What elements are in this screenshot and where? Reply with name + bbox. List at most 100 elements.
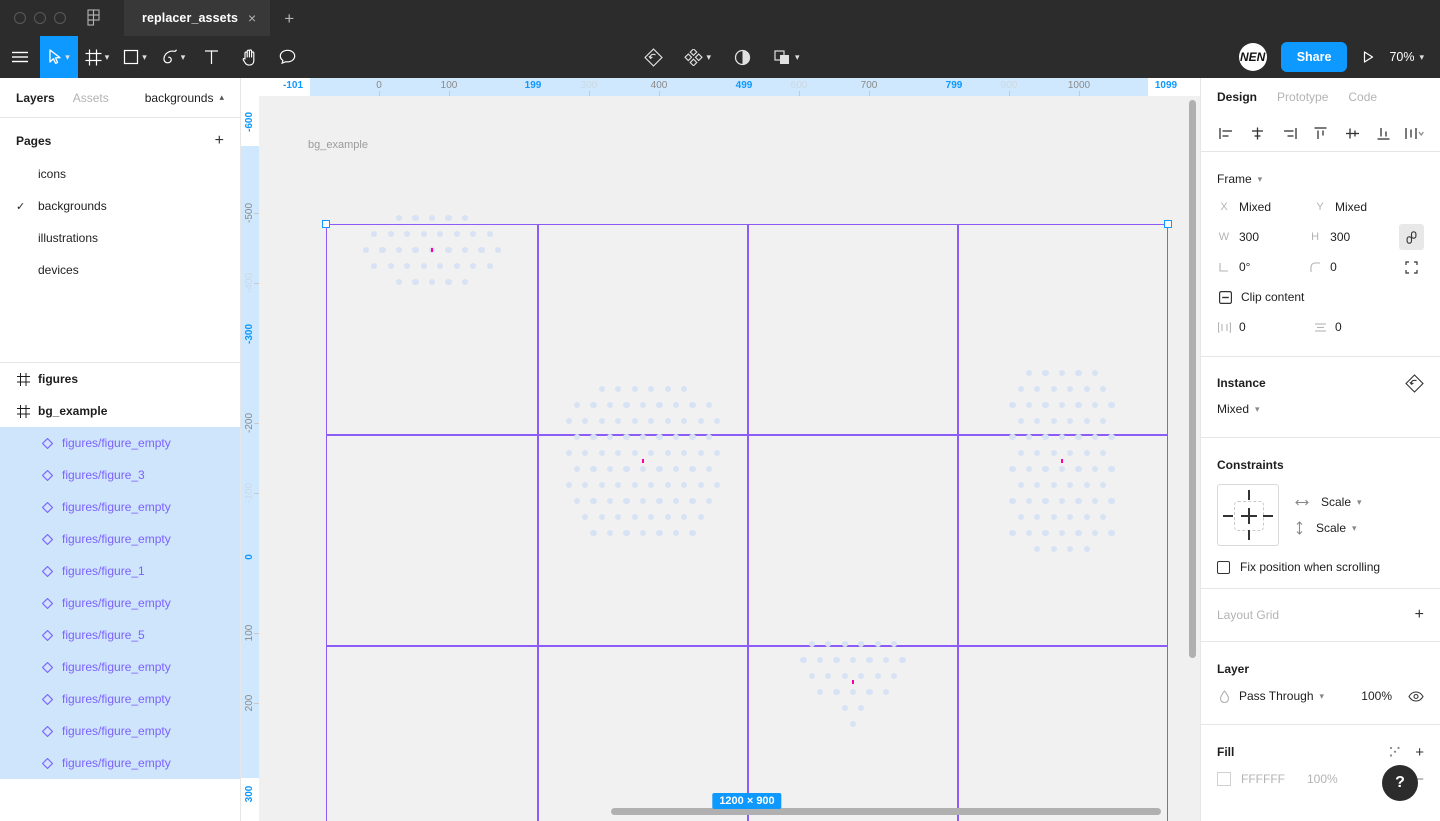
chevron-down-icon[interactable]: ▾ <box>706 52 711 63</box>
window-maximize-button[interactable] <box>54 12 66 24</box>
mask-contrast-icon[interactable] <box>723 36 761 78</box>
chevron-down-icon[interactable]: ▾ <box>65 52 70 63</box>
shape-tool[interactable]: ▾ <box>116 36 154 78</box>
rotation-field[interactable]: 0° <box>1217 260 1308 274</box>
y-field[interactable]: Y Mixed <box>1313 200 1409 214</box>
layer-row-instance[interactable]: figures/figure_3 <box>0 459 240 491</box>
add-layout-grid-button[interactable]: + <box>1415 607 1424 623</box>
zoom-control[interactable]: 70% ▾ <box>1389 50 1424 64</box>
layer-row-instance[interactable]: figures/figure_empty <box>0 523 240 555</box>
align-vertical-center-icon[interactable] <box>1341 123 1363 145</box>
artboard-name-label[interactable]: bg_example <box>308 139 368 151</box>
horizontal-constraint-dropdown[interactable]: Scale ▾ <box>1321 495 1362 509</box>
x-field[interactable]: X Mixed <box>1217 200 1313 214</box>
tab-assets[interactable]: Assets <box>73 91 109 105</box>
layer-row-instance[interactable]: figures/figure_1 <box>0 555 240 587</box>
hamburger-menu-icon[interactable] <box>0 36 40 78</box>
vertical-constraint-dropdown[interactable]: Scale ▾ <box>1316 521 1357 535</box>
layer-row-instance[interactable]: figures/figure_empty <box>0 587 240 619</box>
chevron-down-icon[interactable]: ▾ <box>1419 52 1424 63</box>
independent-corners-icon[interactable] <box>1399 254 1424 280</box>
add-fill-button[interactable]: + <box>1415 745 1424 760</box>
file-tab[interactable]: replacer_assets × <box>124 0 271 36</box>
window-minimize-button[interactable] <box>34 12 46 24</box>
page-item-devices[interactable]: devices <box>0 254 240 286</box>
horizontal-scrollbar[interactable] <box>611 808 1161 815</box>
pen-tool[interactable]: ▾ <box>154 36 192 78</box>
figma-logo-icon[interactable] <box>84 8 104 28</box>
vertical-ruler[interactable]: -600 -500 -400 -300 -200 -100 0 100 200 300 <box>241 96 259 821</box>
corner-radius-field[interactable]: 0 <box>1308 260 1399 274</box>
fix-position-checkbox[interactable] <box>1217 560 1230 574</box>
comment-tool[interactable] <box>268 36 306 78</box>
tab-design[interactable]: Design <box>1217 90 1257 104</box>
close-icon[interactable]: × <box>248 11 256 25</box>
chevron-down-icon[interactable]: ▾ <box>105 52 110 63</box>
window-controls <box>0 12 66 24</box>
clip-content-checkbox[interactable] <box>1217 290 1233 304</box>
eye-icon[interactable] <box>1408 690 1424 702</box>
selection-handle-top-right[interactable] <box>1164 220 1172 228</box>
new-tab-button[interactable]: + <box>284 10 294 27</box>
chevron-down-icon[interactable]: ▾ <box>181 52 186 63</box>
instance-dropdown[interactable]: Mixed ▾ <box>1217 402 1260 416</box>
vertical-padding-field[interactable]: 0 <box>1313 320 1409 334</box>
layer-row-instance[interactable]: figures/figure_empty <box>0 491 240 523</box>
layer-row-instance[interactable]: figures/figure_empty <box>0 715 240 747</box>
align-top-icon[interactable] <box>1310 123 1332 145</box>
align-bottom-icon[interactable] <box>1373 123 1395 145</box>
fill-hex-value[interactable]: FFFFFF <box>1241 772 1285 786</box>
width-field[interactable]: W 300 <box>1217 230 1308 244</box>
layer-row-instance[interactable]: figures/figure_empty <box>0 427 240 459</box>
tab-prototype[interactable]: Prototype <box>1277 90 1328 104</box>
layer-row-bg-example[interactable]: bg_example <box>0 395 240 427</box>
chevron-down-icon[interactable]: ▾ <box>142 52 147 63</box>
user-avatar[interactable]: NEN <box>1238 43 1267 71</box>
fill-opacity-value[interactable]: 100% <box>1307 772 1338 786</box>
layer-row-instance[interactable]: figures/figure_5 <box>0 619 240 651</box>
horizontal-padding-field[interactable]: 0 <box>1217 320 1313 334</box>
align-right-icon[interactable] <box>1278 123 1300 145</box>
height-field[interactable]: H 300 <box>1308 230 1399 244</box>
page-item-backgrounds[interactable]: ✓ backgrounds <box>0 190 240 222</box>
help-button[interactable]: ? <box>1382 765 1418 801</box>
swap-instance-icon[interactable] <box>1405 373 1424 393</box>
canvas-area[interactable]: -101 0 100 199 300 400 499 600 700 799 900 1000 1099… <box>241 78 1200 821</box>
pattern-dot <box>445 278 452 286</box>
share-button[interactable]: Share <box>1280 42 1348 72</box>
vertical-scrollbar[interactable] <box>1189 100 1196 658</box>
canvas-viewport[interactable]: bg_example 1200 × 900 <box>259 96 1200 821</box>
link-ratio-icon[interactable] <box>1399 224 1424 250</box>
fill-style-icon[interactable] <box>1389 746 1401 758</box>
layer-opacity-value[interactable]: 100% <box>1361 689 1392 703</box>
hand-tool[interactable] <box>230 36 268 78</box>
constraint-picker[interactable] <box>1217 484 1279 546</box>
tab-layers[interactable]: Layers <box>16 91 55 105</box>
align-left-icon[interactable] <box>1215 123 1237 145</box>
chevron-down-icon[interactable]: ▾ <box>795 52 800 63</box>
selection-handle-top-left[interactable] <box>322 220 330 228</box>
blend-mode-dropdown[interactable]: Pass Through ▾ <box>1239 689 1324 703</box>
layer-row-figures[interactable]: figures <box>0 363 240 395</box>
current-page-selector[interactable]: backgrounds ▴ <box>145 91 224 105</box>
present-button[interactable] <box>1361 50 1375 64</box>
move-tool[interactable]: ▾ <box>40 36 78 78</box>
components-icon[interactable]: ▾ <box>678 36 717 78</box>
align-horizontal-center-icon[interactable] <box>1247 123 1269 145</box>
tab-code[interactable]: Code <box>1348 90 1377 104</box>
layer-row-instance[interactable]: figures/figure_empty <box>0 747 240 779</box>
horizontal-ruler[interactable]: -101 0 100 199 300 400 499 600 700 799 900 1000 1099 <box>241 78 1200 96</box>
window-close-button[interactable] <box>14 12 26 24</box>
swap-instance-icon[interactable] <box>634 36 672 78</box>
page-item-icons[interactable]: icons <box>0 158 240 190</box>
add-page-button[interactable]: + <box>215 133 224 149</box>
text-tool[interactable] <box>192 36 230 78</box>
frame-tool[interactable]: ▾ <box>78 36 116 78</box>
page-item-illustrations[interactable]: illustrations <box>0 222 240 254</box>
layer-row-instance[interactable]: figures/figure_empty <box>0 683 240 715</box>
boolean-union-icon[interactable]: ▾ <box>767 36 806 78</box>
fill-color-swatch[interactable] <box>1217 772 1231 786</box>
frame-type-dropdown[interactable]: Frame ▾ <box>1217 172 1262 186</box>
layer-row-instance[interactable]: figures/figure_empty <box>0 651 240 683</box>
distribute-icon[interactable] <box>1404 123 1426 145</box>
